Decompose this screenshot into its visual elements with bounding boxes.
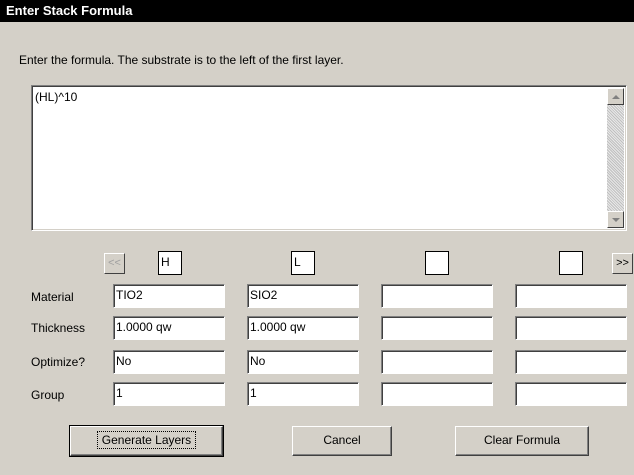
- layer-symbol-4[interactable]: [559, 251, 583, 275]
- next-layers-button[interactable]: >>: [612, 253, 633, 274]
- group-field-3[interactable]: [381, 382, 493, 406]
- thickness-field-2[interactable]: 1.0000 qw: [247, 316, 359, 340]
- layer-symbol-2[interactable]: L: [291, 251, 315, 275]
- cancel-label: Cancel: [323, 433, 361, 447]
- clear-formula-button[interactable]: Clear Formula: [455, 426, 589, 456]
- scroll-down-button[interactable]: [607, 211, 624, 228]
- optimize-label: Optimize?: [31, 355, 86, 369]
- thickness-field-1[interactable]: 1.0000 qw: [113, 316, 225, 340]
- material-field-4[interactable]: [515, 284, 627, 308]
- arrow-down-icon: [611, 217, 620, 222]
- optimize-field-4[interactable]: [515, 350, 627, 374]
- material-field-1[interactable]: TIO2: [113, 284, 225, 308]
- generate-layers-label: Generate Layers: [96, 431, 197, 449]
- title-bar: Enter Stack Formula: [0, 0, 634, 22]
- cancel-button[interactable]: Cancel: [292, 426, 392, 456]
- group-label: Group: [31, 388, 65, 402]
- thickness-label: Thickness: [31, 321, 86, 335]
- formula-text: (HL)^10: [35, 90, 78, 104]
- material-field-3[interactable]: [381, 284, 493, 308]
- formula-scrollbar[interactable]: [607, 88, 624, 228]
- group-field-2[interactable]: 1: [247, 382, 359, 406]
- group-field-1[interactable]: 1: [113, 382, 225, 406]
- thickness-field-3[interactable]: [381, 316, 493, 340]
- clear-formula-label: Clear Formula: [483, 433, 561, 447]
- layer-symbol-1[interactable]: H: [158, 251, 182, 275]
- layer-symbol-3[interactable]: [425, 251, 449, 275]
- formula-textarea[interactable]: (HL)^10: [31, 85, 627, 231]
- group-field-4[interactable]: [515, 382, 627, 406]
- arrow-up-icon: [611, 94, 620, 99]
- optimize-field-2[interactable]: No: [247, 350, 359, 374]
- material-label: Material: [31, 290, 74, 304]
- prev-layers-button[interactable]: <<: [104, 253, 125, 274]
- generate-layers-button[interactable]: Generate Layers: [69, 425, 224, 457]
- material-field-2[interactable]: SIO2: [247, 284, 359, 308]
- instruction-text: Enter the formula. The substrate is to t…: [19, 53, 344, 67]
- window-title: Enter Stack Formula: [6, 3, 133, 18]
- scroll-up-button[interactable]: [607, 88, 624, 105]
- optimize-field-1[interactable]: No: [113, 350, 225, 374]
- thickness-field-4[interactable]: [515, 316, 627, 340]
- optimize-field-3[interactable]: [381, 350, 493, 374]
